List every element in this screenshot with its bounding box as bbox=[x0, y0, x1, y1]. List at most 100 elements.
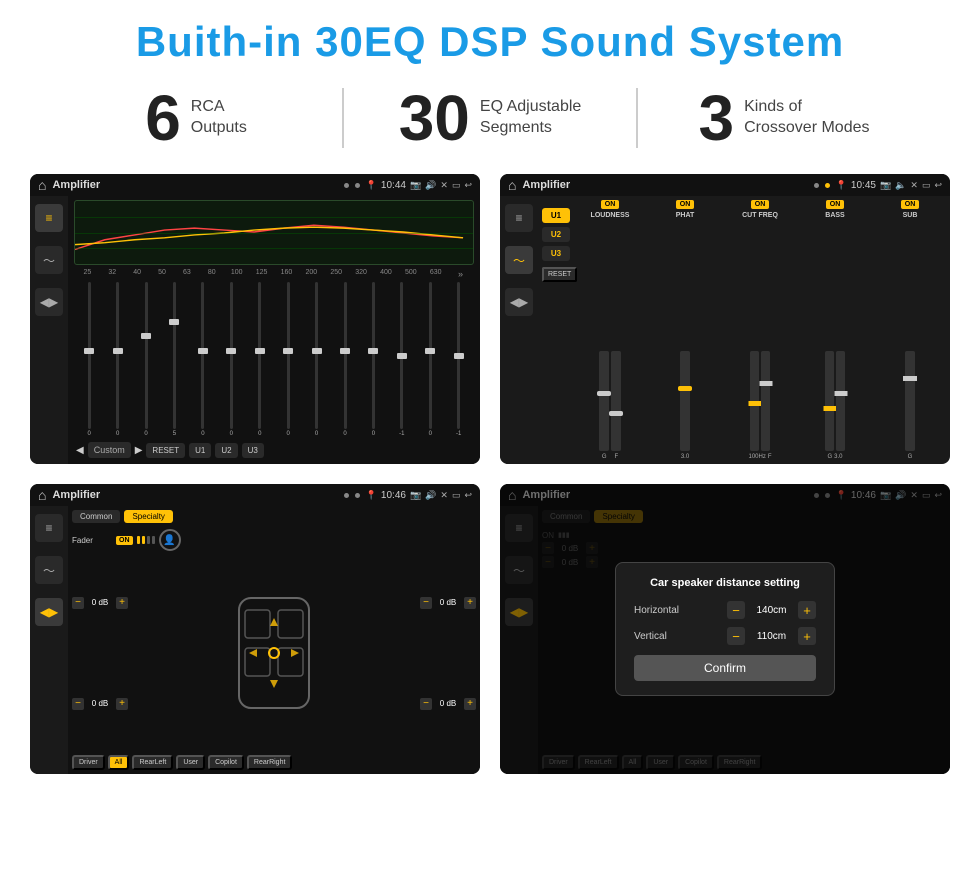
pin-icon-amp: 📍 bbox=[836, 180, 847, 191]
horizontal-minus[interactable]: − bbox=[727, 601, 745, 619]
eq-slider-8[interactable]: 0 bbox=[303, 282, 329, 437]
btn-all[interactable]: All bbox=[108, 755, 130, 770]
eq-slider-4[interactable]: 0 bbox=[190, 282, 216, 437]
horizontal-plus[interactable]: + bbox=[798, 601, 816, 619]
back-icon-amp[interactable]: ↩ bbox=[934, 180, 942, 191]
eq-slider-6[interactable]: 0 bbox=[247, 282, 273, 437]
eq-side-btn-2[interactable]: 〜 bbox=[35, 246, 63, 274]
cutfreq-title: CUT FREQ bbox=[742, 212, 778, 219]
next-arrow[interactable]: ▶ bbox=[135, 445, 143, 456]
freq-200: 200 bbox=[300, 269, 323, 279]
reset-btn[interactable]: RESET bbox=[146, 443, 185, 458]
amp-reset[interactable]: RESET bbox=[542, 267, 577, 282]
car-svg bbox=[229, 588, 319, 718]
eq-slider-12[interactable]: 0 bbox=[417, 282, 443, 437]
loudness-val2: F bbox=[615, 454, 619, 460]
fader-dot-2 bbox=[355, 493, 360, 498]
eq-side-btn-1[interactable]: ≡ bbox=[35, 204, 63, 232]
spk-bl-minus[interactable]: − bbox=[72, 698, 84, 710]
spk-bl-plus[interactable]: + bbox=[116, 698, 128, 710]
eq-slider-7[interactable]: 0 bbox=[275, 282, 301, 437]
back-icon[interactable]: ↩ bbox=[464, 180, 472, 191]
fader-on-badge[interactable]: ON bbox=[116, 536, 133, 545]
more-icon[interactable]: » bbox=[449, 269, 472, 279]
phat-on[interactable]: ON bbox=[676, 200, 695, 209]
eq-slider-3[interactable]: 5 bbox=[161, 282, 187, 437]
freq-320: 320 bbox=[350, 269, 373, 279]
btn-rearright[interactable]: RearRight bbox=[247, 755, 293, 770]
eq-slider-9[interactable]: 0 bbox=[332, 282, 358, 437]
stats-row: 6 RCA Outputs 30 EQ Adjustable Segments … bbox=[0, 76, 980, 164]
loudness-on[interactable]: ON bbox=[601, 200, 620, 209]
eq-slider-2[interactable]: 0 bbox=[133, 282, 159, 437]
spk-tr-plus[interactable]: + bbox=[464, 597, 476, 609]
horizontal-value: 140cm bbox=[749, 605, 794, 616]
u3-btn[interactable]: U3 bbox=[242, 443, 264, 458]
sub-title: SUB bbox=[903, 212, 918, 219]
amp-side-btn-3[interactable]: ◀▶ bbox=[505, 288, 533, 316]
fader-side-btn-1[interactable]: ≡ bbox=[35, 514, 63, 542]
home-icon-fader[interactable]: ⌂ bbox=[38, 487, 46, 503]
cutfreq-on[interactable]: ON bbox=[751, 200, 770, 209]
btn-user[interactable]: User bbox=[176, 755, 205, 770]
fader-main: Common Specialty Fader ON 👤 bbox=[68, 506, 480, 774]
freq-40: 40 bbox=[126, 269, 149, 279]
bass-on[interactable]: ON bbox=[826, 200, 845, 209]
back-icon-fader[interactable]: ↩ bbox=[464, 490, 472, 501]
spk-br-minus[interactable]: − bbox=[420, 698, 432, 710]
home-icon[interactable]: ⌂ bbox=[38, 177, 46, 193]
freq-32: 32 bbox=[101, 269, 124, 279]
pin-icon: 📍 bbox=[366, 180, 377, 191]
fader-side-btn-3[interactable]: ◀▶ bbox=[35, 598, 63, 626]
home-icon-amp[interactable]: ⌂ bbox=[508, 177, 516, 193]
fader-bottom-btns: Driver All RearLeft User Copilot RearRig… bbox=[72, 755, 476, 770]
sub-val: G bbox=[908, 454, 913, 460]
eq-side-btn-3[interactable]: ◀▶ bbox=[35, 288, 63, 316]
freq-25: 25 bbox=[76, 269, 99, 279]
screen-fader: ⌂ Amplifier 📍 10:46 📷 🔊 ✕ ▭ ↩ ≡ 〜 ◀▶ bbox=[30, 484, 480, 774]
dialog-row-vertical: Vertical − 110cm + bbox=[634, 627, 816, 645]
vertical-plus[interactable]: + bbox=[798, 627, 816, 645]
spk-br-plus[interactable]: + bbox=[464, 698, 476, 710]
sub-on[interactable]: ON bbox=[901, 200, 920, 209]
eq-slider-11[interactable]: -1 bbox=[389, 282, 415, 437]
u1-btn[interactable]: U1 bbox=[189, 443, 211, 458]
amp-side-btn-1[interactable]: ≡ bbox=[505, 204, 533, 232]
eq-slider-10[interactable]: 0 bbox=[360, 282, 386, 437]
amp-side-btn-2[interactable]: 〜 bbox=[505, 246, 533, 274]
eq-slider-13[interactable]: -1 bbox=[445, 282, 471, 437]
tab-common[interactable]: Common bbox=[72, 510, 120, 523]
status-bar-fader: ⌂ Amplifier 📍 10:46 📷 🔊 ✕ ▭ ↩ bbox=[30, 484, 480, 506]
spk-br-val: 0 dB bbox=[434, 699, 462, 708]
spk-tl-minus[interactable]: − bbox=[72, 597, 84, 609]
confirm-button[interactable]: Confirm bbox=[634, 655, 816, 681]
custom-label[interactable]: Custom bbox=[88, 442, 131, 458]
u2-btn[interactable]: U2 bbox=[215, 443, 237, 458]
prev-arrow[interactable]: ◀ bbox=[76, 445, 84, 456]
eq-slider-0[interactable]: 0 bbox=[76, 282, 102, 437]
freq-80: 80 bbox=[200, 269, 223, 279]
amp-side-controls: ≡ 〜 ◀▶ bbox=[500, 196, 538, 464]
vertical-minus[interactable]: − bbox=[727, 627, 745, 645]
preset-u3[interactable]: U3 bbox=[542, 246, 570, 261]
btn-rearleft[interactable]: RearLeft bbox=[132, 755, 173, 770]
preset-u2[interactable]: U2 bbox=[542, 227, 570, 242]
fader-tabs: Common Specialty bbox=[72, 510, 476, 523]
tab-specialty[interactable]: Specialty bbox=[124, 510, 172, 523]
channel-sub: ON SUB G bbox=[874, 200, 946, 460]
spk-tl-plus[interactable]: + bbox=[116, 597, 128, 609]
stat-eq: 30 EQ Adjustable Segments bbox=[354, 86, 626, 150]
btn-driver[interactable]: Driver bbox=[72, 755, 105, 770]
preset-u1[interactable]: U1 bbox=[542, 208, 570, 223]
stat-number-rca: 6 bbox=[145, 86, 181, 150]
fader-side-btn-2[interactable]: 〜 bbox=[35, 556, 63, 584]
dialog-row-horizontal: Horizontal − 140cm + bbox=[634, 601, 816, 619]
channel-loudness: ON LOUDNESS G F bbox=[574, 200, 646, 460]
btn-copilot[interactable]: Copilot bbox=[208, 755, 244, 770]
freq-500: 500 bbox=[399, 269, 422, 279]
channel-cutfreq: ON CUT FREQ 100Hz F bbox=[724, 200, 796, 460]
eq-slider-1[interactable]: 0 bbox=[104, 282, 130, 437]
eq-slider-5[interactable]: 0 bbox=[218, 282, 244, 437]
spk-tr-minus[interactable]: − bbox=[420, 597, 432, 609]
amp-dot-2 bbox=[825, 183, 830, 188]
